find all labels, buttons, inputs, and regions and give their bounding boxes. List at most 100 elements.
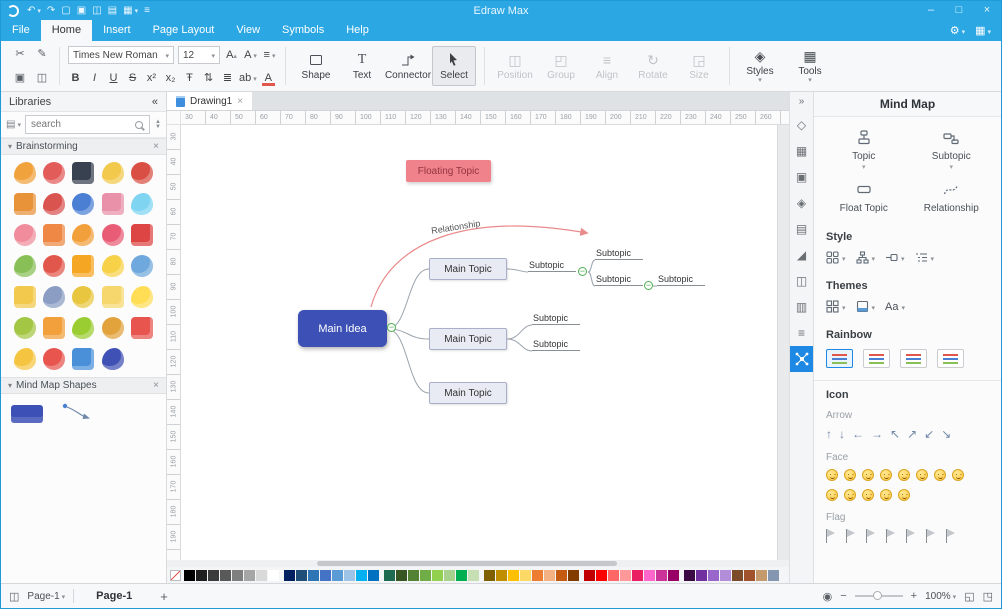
happy-face-icon[interactable] xyxy=(916,469,928,481)
color-swatch[interactable] xyxy=(220,570,231,581)
library-shape[interactable] xyxy=(14,224,36,246)
menu-item[interactable]: Home xyxy=(41,20,92,41)
library-shape[interactable] xyxy=(131,193,153,215)
styles-button[interactable]: ◈ Styles ▾ xyxy=(738,46,782,86)
library-shape[interactable] xyxy=(43,255,65,277)
text-tool-button[interactable]: T Text xyxy=(340,46,384,86)
main-topic-node[interactable]: Main Topic xyxy=(429,328,507,350)
color-swatch[interactable] xyxy=(708,570,719,581)
arrow-icon[interactable]: ↙ xyxy=(924,427,934,441)
collapse-branch-handle[interactable]: − xyxy=(644,281,653,290)
color-swatch[interactable] xyxy=(456,570,467,581)
fullscreen-icon[interactable]: ◳ xyxy=(983,590,993,603)
library-menu-icon[interactable]: ▤ xyxy=(6,119,21,130)
neutral-face-icon[interactable] xyxy=(862,469,874,481)
library-shape[interactable] xyxy=(43,162,65,184)
library-scroll-spinner[interactable]: ▲▼ xyxy=(155,120,161,130)
close-tab-icon[interactable]: × xyxy=(237,96,243,107)
flag-icon[interactable] xyxy=(886,529,896,543)
color-swatch[interactable] xyxy=(308,570,319,581)
color-swatch[interactable] xyxy=(208,570,219,581)
arrow-icon[interactable]: ↘ xyxy=(941,427,951,441)
page-selector[interactable]: Page-1 xyxy=(27,591,65,602)
library-shape[interactable] xyxy=(131,317,153,339)
close-section-icon[interactable]: × xyxy=(153,141,159,152)
laughing-face-icon[interactable] xyxy=(826,469,838,481)
arrow-icon[interactable]: ↓ xyxy=(839,427,845,441)
rainbow-option[interactable] xyxy=(826,349,853,368)
menu-item[interactable]: Page Layout xyxy=(142,20,226,41)
scrollbar-thumb[interactable] xyxy=(317,561,617,566)
color-swatch[interactable] xyxy=(608,570,619,581)
symbol-library-panel-icon[interactable]: ▦ xyxy=(790,138,814,164)
theme-icon[interactable]: ▦ xyxy=(123,5,138,16)
maximize-button[interactable]: □ xyxy=(945,1,973,20)
library-shape[interactable] xyxy=(131,286,153,308)
flag-icon[interactable] xyxy=(826,529,836,543)
rainbow-option[interactable] xyxy=(863,349,890,368)
open-icon[interactable]: ▣ xyxy=(77,5,86,16)
tab-drawing1[interactable]: Drawing1 × xyxy=(167,92,252,110)
arrow-icon[interactable]: ↗ xyxy=(907,427,917,441)
library-shape[interactable] xyxy=(102,286,124,308)
library-shape[interactable] xyxy=(14,162,36,184)
color-swatch[interactable] xyxy=(556,570,567,581)
print-icon[interactable]: ▤ xyxy=(108,5,117,16)
expand-panel-icon[interactable]: » xyxy=(799,92,805,112)
wink-face-icon[interactable] xyxy=(880,469,892,481)
paste-icon[interactable]: ▣ xyxy=(11,70,29,86)
fit-zoom-icon[interactable]: ◉ xyxy=(823,590,833,603)
fit-page-icon[interactable]: ◱ xyxy=(964,590,974,603)
menu-item[interactable]: Help xyxy=(335,20,380,41)
superscript-button[interactable]: x² xyxy=(144,70,159,86)
color-swatch[interactable] xyxy=(232,570,243,581)
zoom-in-button[interactable]: + xyxy=(911,590,917,602)
menu-item[interactable]: File xyxy=(1,20,41,41)
search-input[interactable] xyxy=(25,115,150,134)
subtopic-node[interactable]: Subtopic xyxy=(528,260,576,272)
color-swatch[interactable] xyxy=(384,570,395,581)
library-shape[interactable] xyxy=(72,348,94,370)
font-color-button[interactable]: A xyxy=(261,70,276,86)
color-swatch[interactable] xyxy=(668,570,679,581)
smiling-face-icon[interactable] xyxy=(844,469,856,481)
library-shape[interactable] xyxy=(43,348,65,370)
connector-style-button[interactable] xyxy=(856,251,876,264)
library-shape[interactable] xyxy=(131,224,153,246)
cool-face-icon[interactable] xyxy=(862,489,874,501)
library-shape[interactable] xyxy=(72,162,94,184)
color-swatch[interactable] xyxy=(284,570,295,581)
color-swatch[interactable] xyxy=(684,570,695,581)
pages-panel-icon[interactable]: ◫ xyxy=(9,590,19,603)
flag-icon[interactable] xyxy=(946,529,956,543)
library-shape[interactable] xyxy=(102,193,124,215)
redo-icon[interactable]: ↷ xyxy=(47,5,55,16)
add-page-button[interactable]: + xyxy=(154,589,174,604)
character-spacing-button[interactable]: ab xyxy=(239,70,257,86)
italic-button[interactable]: I xyxy=(87,70,102,86)
zoom-slider-knob[interactable] xyxy=(873,591,882,600)
color-swatch[interactable] xyxy=(584,570,595,581)
arrow-icon[interactable]: ↑ xyxy=(826,427,832,441)
shape-tool-button[interactable]: Shape xyxy=(294,46,338,86)
connector-tool-button[interactable]: Connector xyxy=(386,46,430,86)
main-topic-node[interactable]: Main Topic xyxy=(429,258,507,280)
color-swatch[interactable] xyxy=(244,570,255,581)
color-swatch[interactable] xyxy=(508,570,519,581)
color-swatch[interactable] xyxy=(568,570,579,581)
close-button[interactable]: × xyxy=(973,1,1001,20)
page-setup-panel-icon[interactable]: ▤ xyxy=(790,216,814,242)
library-shape[interactable] xyxy=(43,286,65,308)
insert-relationship-button[interactable]: Relationship xyxy=(908,177,996,219)
color-swatch[interactable] xyxy=(408,570,419,581)
collapse-panel-icon[interactable]: « xyxy=(152,96,158,108)
theme-color-button[interactable] xyxy=(856,300,876,313)
line-spacing-button[interactable]: ⇅ xyxy=(201,70,216,86)
main-idea-shape[interactable] xyxy=(11,405,43,423)
color-swatch[interactable] xyxy=(732,570,743,581)
kissing-face-icon[interactable] xyxy=(898,489,910,501)
font-family-select[interactable]: Times New Roman xyxy=(68,46,174,64)
color-swatch[interactable] xyxy=(620,570,631,581)
insert-float-topic-button[interactable]: Float Topic xyxy=(820,177,908,219)
library-shape[interactable] xyxy=(72,224,94,246)
